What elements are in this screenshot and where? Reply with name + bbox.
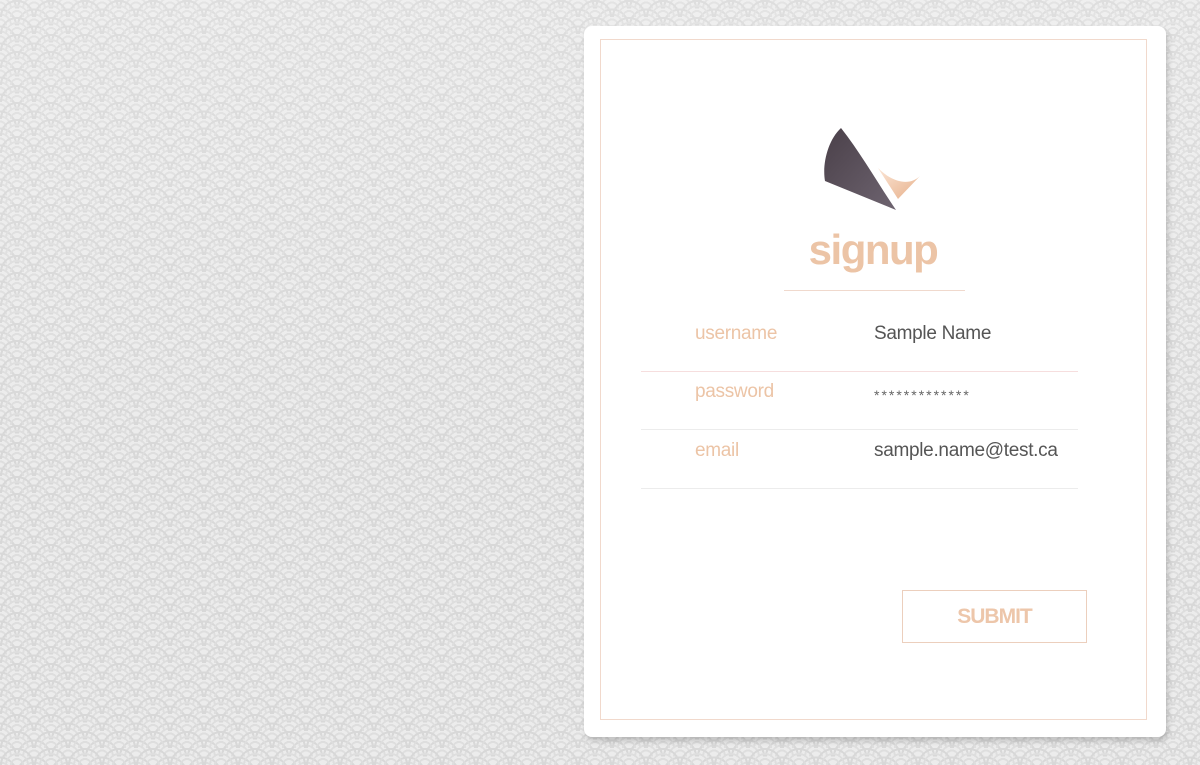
logo-icon [824,128,920,210]
password-input[interactable]: ************* [874,387,1074,403]
email-input[interactable] [874,440,1074,462]
submit-button[interactable]: SUBMIT [902,590,1087,643]
page-title: signup [808,226,939,273]
signup-card: signup username password ************* e… [584,26,1166,737]
username-input[interactable] [874,323,1074,345]
title-divider [784,290,965,291]
password-row: password ************* [641,371,1078,430]
email-row: email [641,430,1078,489]
password-label: password [695,381,774,402]
username-label: username [695,323,778,344]
email-label: email [695,440,739,461]
username-row: username [641,313,1078,372]
